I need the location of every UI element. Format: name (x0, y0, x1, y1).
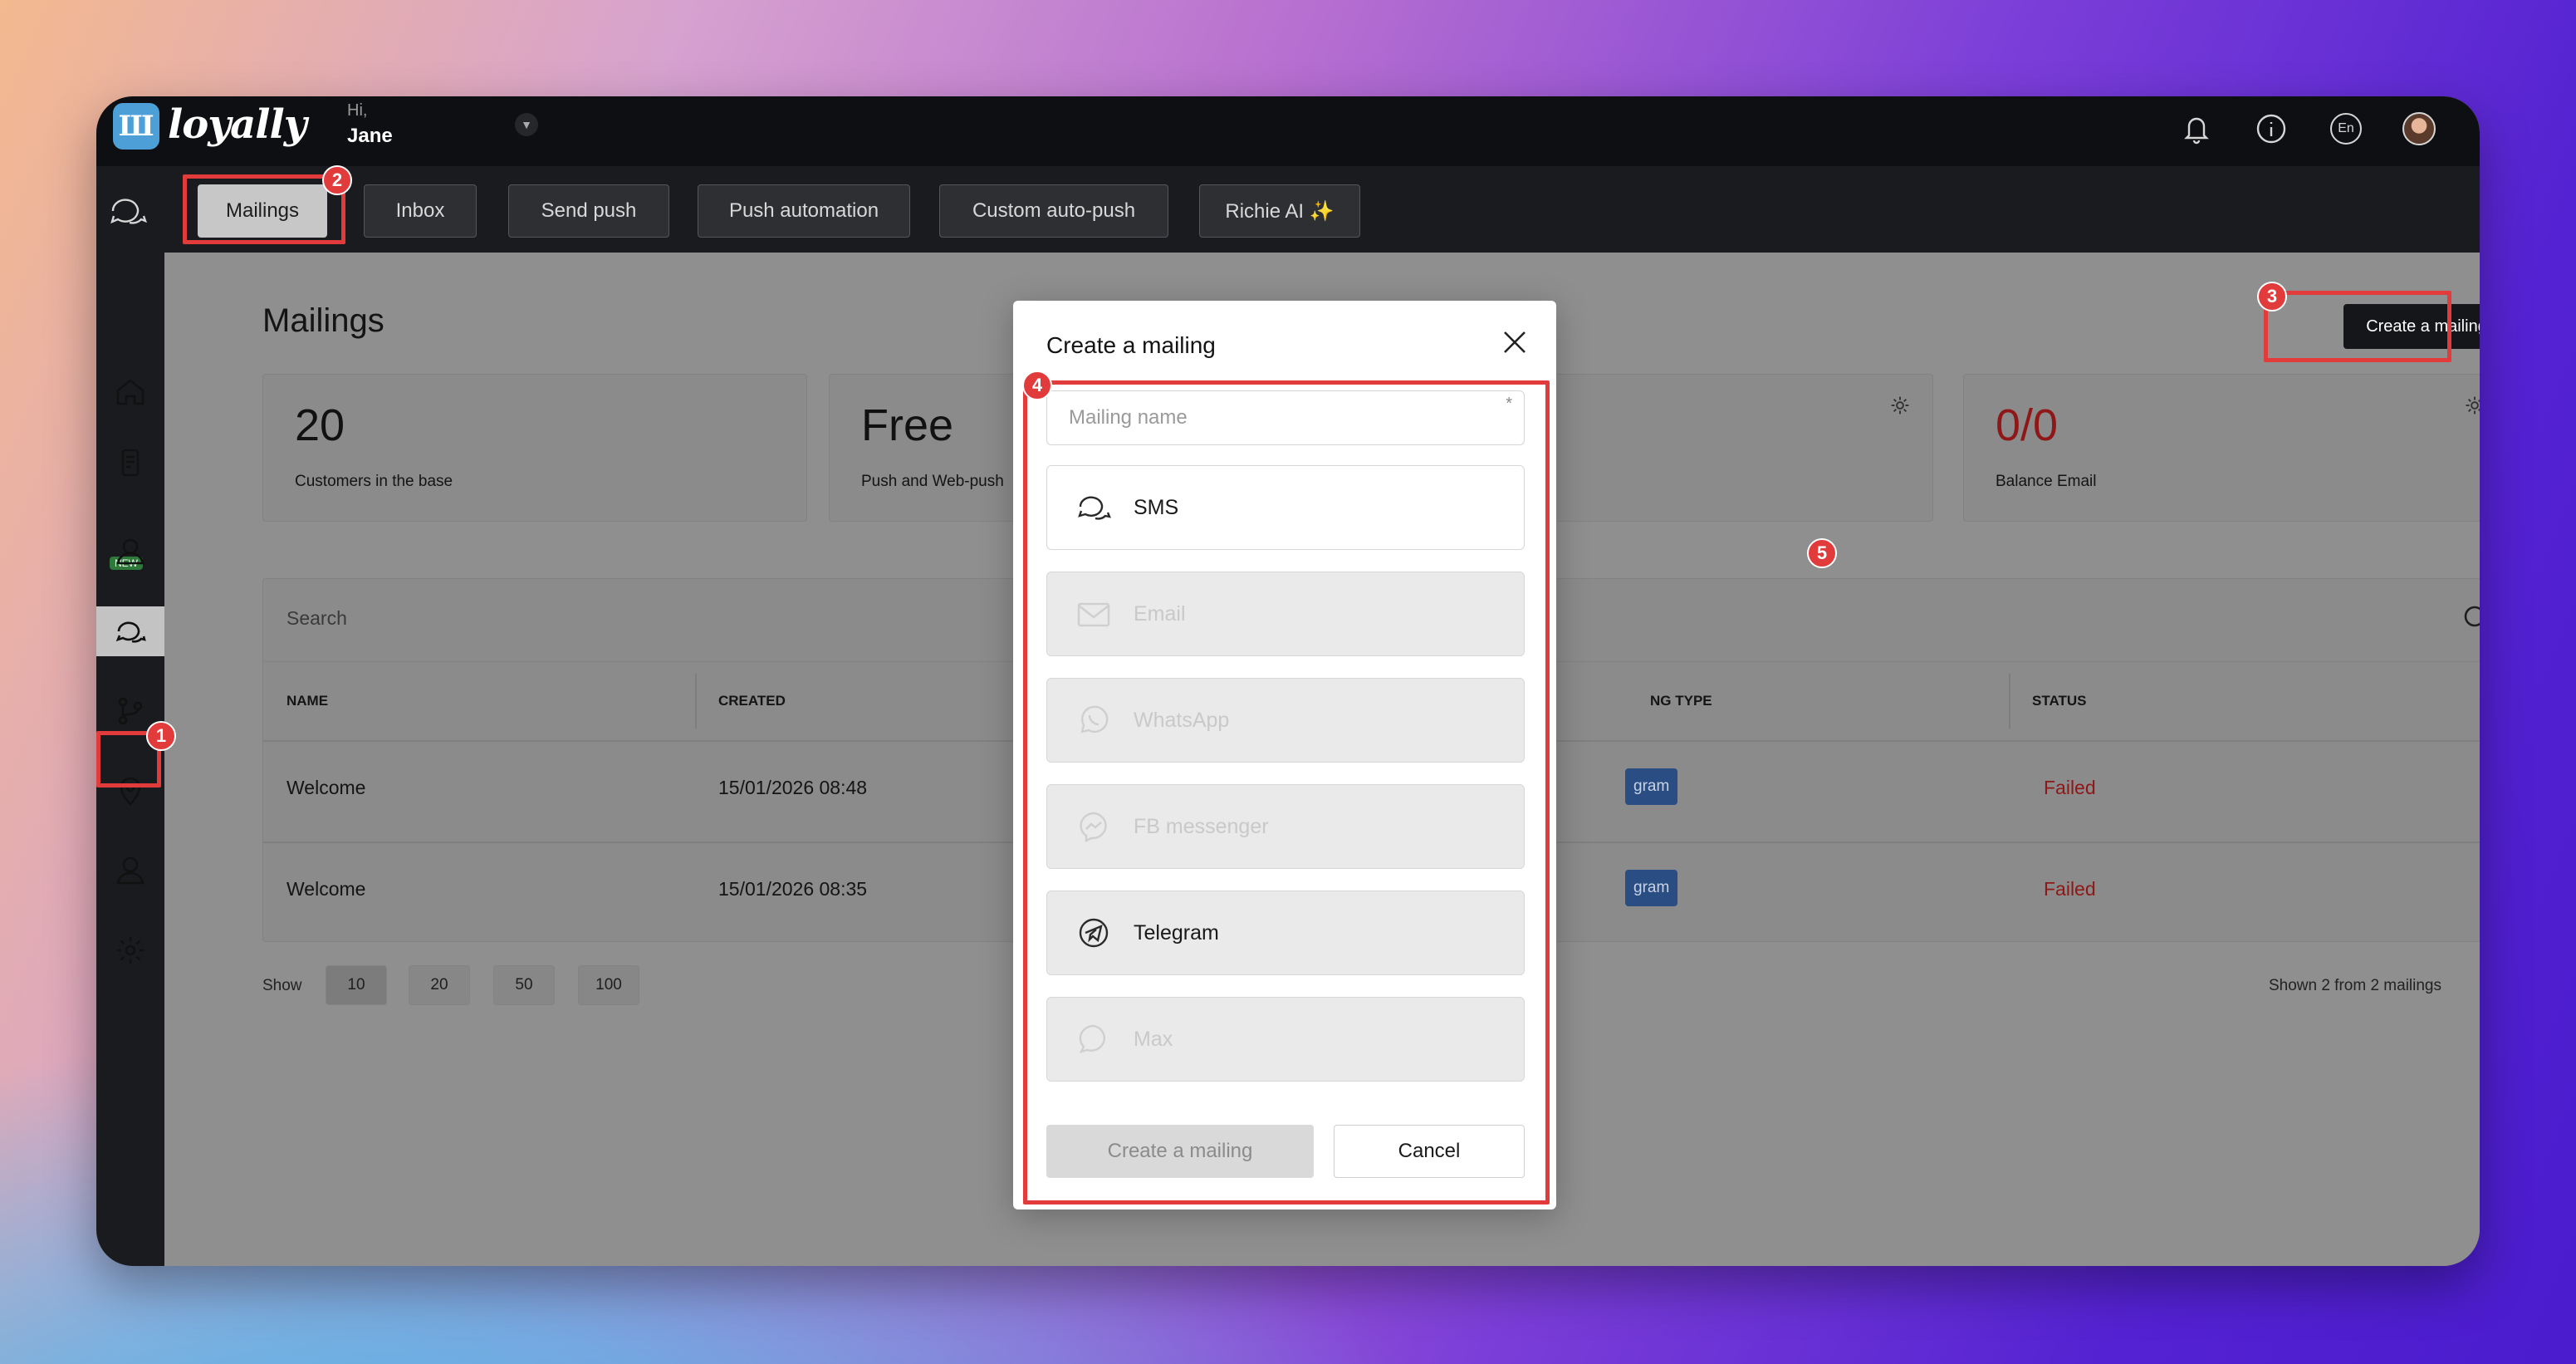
cell-status: Failed (2044, 777, 2096, 798)
nav-bar: Mailings Inbox Send push Push automation… (96, 166, 2480, 253)
highlight-box-2 (183, 174, 345, 244)
bell-icon[interactable] (2177, 110, 2216, 148)
avatar-image (2402, 112, 2436, 145)
home-icon (116, 379, 144, 405)
step-marker-5: 5 (1807, 538, 1837, 568)
user-name: Jane (347, 125, 393, 147)
step-marker-4: 4 (1022, 370, 1052, 400)
gear-icon[interactable] (1889, 395, 1911, 420)
highlight-box-3 (2264, 291, 2451, 362)
column-divider (695, 674, 697, 729)
stat-card-balance-email: 0/0 Balance Email (1963, 374, 2480, 522)
close-icon[interactable] (1498, 326, 1531, 359)
logo-icon: Ш (113, 103, 159, 150)
cell-name: Welcome (286, 878, 366, 900)
page-size-50[interactable]: 50 (493, 965, 555, 1005)
pagination-summary: Shown 2 from 2 mailings (2268, 977, 2441, 994)
column-header-type: NG TYPE (1650, 693, 1712, 709)
chat-icon (106, 189, 148, 231)
language-label: En (2330, 113, 2362, 145)
type-chip: gram (1625, 768, 1678, 805)
cell-name: Welcome (286, 777, 366, 798)
modal-title: Create a mailing (1046, 332, 1216, 358)
search-icon[interactable] (2461, 602, 2480, 640)
tab-send-push[interactable]: Send push (508, 184, 669, 238)
gear-icon (117, 937, 144, 964)
sidebar-item-customers[interactable] (96, 527, 164, 577)
gear-icon[interactable] (2464, 395, 2480, 420)
top-bar: Ш loyally Hi, Jane ▼ En (96, 96, 2480, 166)
phone-card-icon (121, 449, 140, 477)
logo-text: loyally (168, 101, 307, 148)
sidebar-item-home[interactable] (96, 367, 164, 417)
customers-icon (116, 538, 144, 565)
stat-label: Push and Web-push (861, 473, 1004, 490)
sidebar-item-profile[interactable] (96, 846, 164, 895)
cell-created: 15/01/2026 08:35 (718, 878, 868, 900)
type-chip: gram (1625, 870, 1678, 906)
tab-richie-ai[interactable]: Richie AI ✨ (1199, 184, 1360, 238)
stat-value: 20 (295, 400, 345, 450)
page-title: Mailings (262, 302, 384, 339)
tab-push-automation[interactable]: Push automation (698, 184, 910, 238)
column-divider (2009, 674, 2010, 729)
chat-icon (115, 621, 146, 643)
search-placeholder: Search (286, 607, 347, 629)
column-header-created: CREATED (718, 693, 786, 709)
highlight-box-4 (1023, 380, 1550, 1205)
avatar[interactable] (2400, 110, 2438, 148)
tab-inbox[interactable]: Inbox (364, 184, 477, 238)
show-label: Show (262, 977, 302, 994)
sidebar-item-settings[interactable] (96, 925, 164, 975)
branch-icon (118, 697, 143, 725)
step-marker-1: 1 (146, 721, 176, 751)
stat-label: Customers in the base (295, 473, 453, 490)
column-header-name: NAME (286, 693, 329, 709)
column-header-status: STATUS (2032, 693, 2087, 709)
greeting: Hi, (347, 101, 368, 120)
stat-value: Free (861, 400, 954, 450)
page-size-20[interactable]: 20 (409, 965, 470, 1005)
step-marker-2: 2 (322, 165, 352, 195)
language-icon[interactable]: En (2327, 110, 2365, 148)
page-size-100[interactable]: 100 (578, 965, 639, 1005)
stat-card-customers: 20 Customers in the base (262, 374, 807, 522)
stat-label: Balance Email (1996, 473, 2097, 490)
sidebar-item-mailings[interactable] (96, 606, 164, 656)
sidebar-item-phone-card[interactable]: NEW (96, 439, 164, 570)
stat-value: 0/0 (1996, 400, 2059, 450)
cell-status: Failed (2044, 878, 2096, 900)
step-marker-3: 3 (2257, 282, 2287, 312)
user-icon (116, 856, 144, 885)
tab-custom-auto-push[interactable]: Custom auto-push (939, 184, 1168, 238)
cell-created: 15/01/2026 08:48 (718, 777, 868, 798)
user-menu-chevron-down-icon[interactable]: ▼ (515, 113, 538, 136)
info-icon[interactable] (2252, 110, 2290, 148)
page-size-10[interactable]: 10 (326, 965, 387, 1005)
